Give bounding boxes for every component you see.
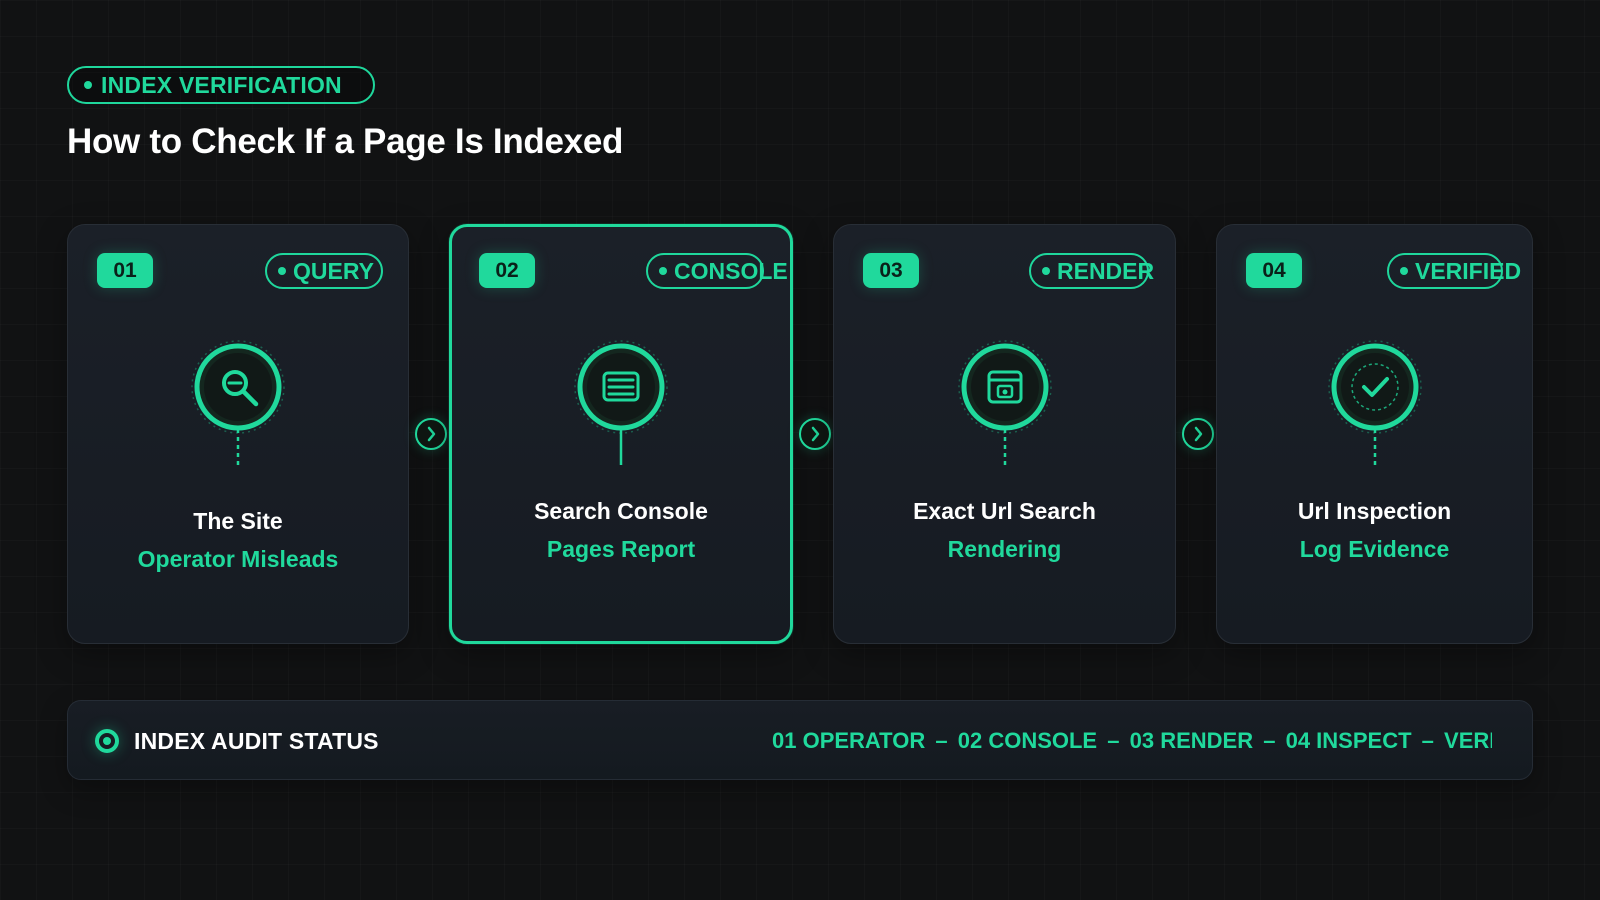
status-indicator-icon [95,729,119,753]
chevron-right-connector [415,418,447,450]
status-label: INDEX AUDIT STATUS [134,728,379,754]
chevron-right-icon [811,426,820,442]
magnifier-icon [191,340,285,465]
step-title: The Site [193,508,283,534]
render-window-icon-block [940,337,1070,487]
step-tag: CONSOLE [646,253,788,289]
index-audit-status-bar: INDEX AUDIT STATUS 01 OPERATOR – 02 CONS… [67,700,1533,780]
step-tag-label: CONSOLE [674,257,788,284]
step-card-query: 01 QUERY The Site Operator Misleads [67,224,409,644]
index-verification-diagram: INDEX VERIFICATION How to Check If a Pag… [0,0,1600,900]
eyebrow-label: INDEX VERIFICATION [101,71,342,98]
status-seq-item: VERIFIED [1444,728,1492,753]
status-separator: – [1263,728,1276,753]
status-seq-item: 02 CONSOLE [957,728,1098,753]
chevron-right-icon [1194,426,1203,442]
step-tag-label: QUERY [293,257,374,284]
chevron-right-connector [799,418,831,450]
status-separator: – [935,728,948,753]
step-subtitle: Log Evidence [1299,536,1450,562]
status-seq-item: 01 OPERATOR [772,728,926,753]
step-number-badge: 02 [479,253,535,288]
status-separator: – [1421,728,1434,753]
step-subtitle: Operator Misleads [137,546,339,572]
step-number-badge: 04 [1246,253,1302,288]
magnifier-icon-block [173,337,303,487]
step-card-console: 02 CONSOLE Search Console Pages Report [449,224,793,644]
status-dot-icon [84,81,92,89]
step-card-verified: 04 VERIFIED Url Inspection Log Evidence [1216,224,1533,644]
status-separator: – [1107,728,1120,753]
step-title: Search Console [534,498,708,524]
step-title: Url Inspection [1297,498,1452,524]
step-number-badge: 03 [863,253,919,288]
chevron-right-connector [1182,418,1214,450]
step-title: Exact Url Search [913,498,1096,524]
step-number-badge: 01 [97,253,153,288]
tag-dot-icon [278,267,286,275]
step-tag: QUERY [265,253,383,289]
step-tag: VERIFIED [1387,253,1521,289]
status-seq-item: 04 INSPECT [1285,728,1412,753]
console-icon [574,340,668,465]
page-title: How to Check If a Page Is Indexed [67,122,624,161]
chevron-right-icon [427,426,436,442]
index-verification-tag: INDEX VERIFICATION [67,66,375,104]
checkmark-icon [1327,340,1422,465]
console-icon-block [556,337,686,487]
step-subtitle: Pages Report [546,536,696,562]
step-tag-label: RENDER [1057,257,1155,284]
status-sequence: 01 OPERATOR – 02 CONSOLE – 03 RENDER – 0… [768,725,1492,759]
checkmark-icon-block [1310,337,1440,487]
step-card-render: 03 RENDER Exact Url Search Rendering [833,224,1176,644]
tag-dot-icon [659,267,667,275]
tag-dot-icon [1042,267,1050,275]
step-tag: RENDER [1029,253,1154,289]
status-seq-item: 03 RENDER [1129,728,1254,753]
step-tag-label: VERIFIED [1415,257,1522,284]
tag-dot-icon [1400,267,1408,275]
step-subtitle: Rendering [947,536,1062,562]
render-window-icon [957,340,1052,465]
